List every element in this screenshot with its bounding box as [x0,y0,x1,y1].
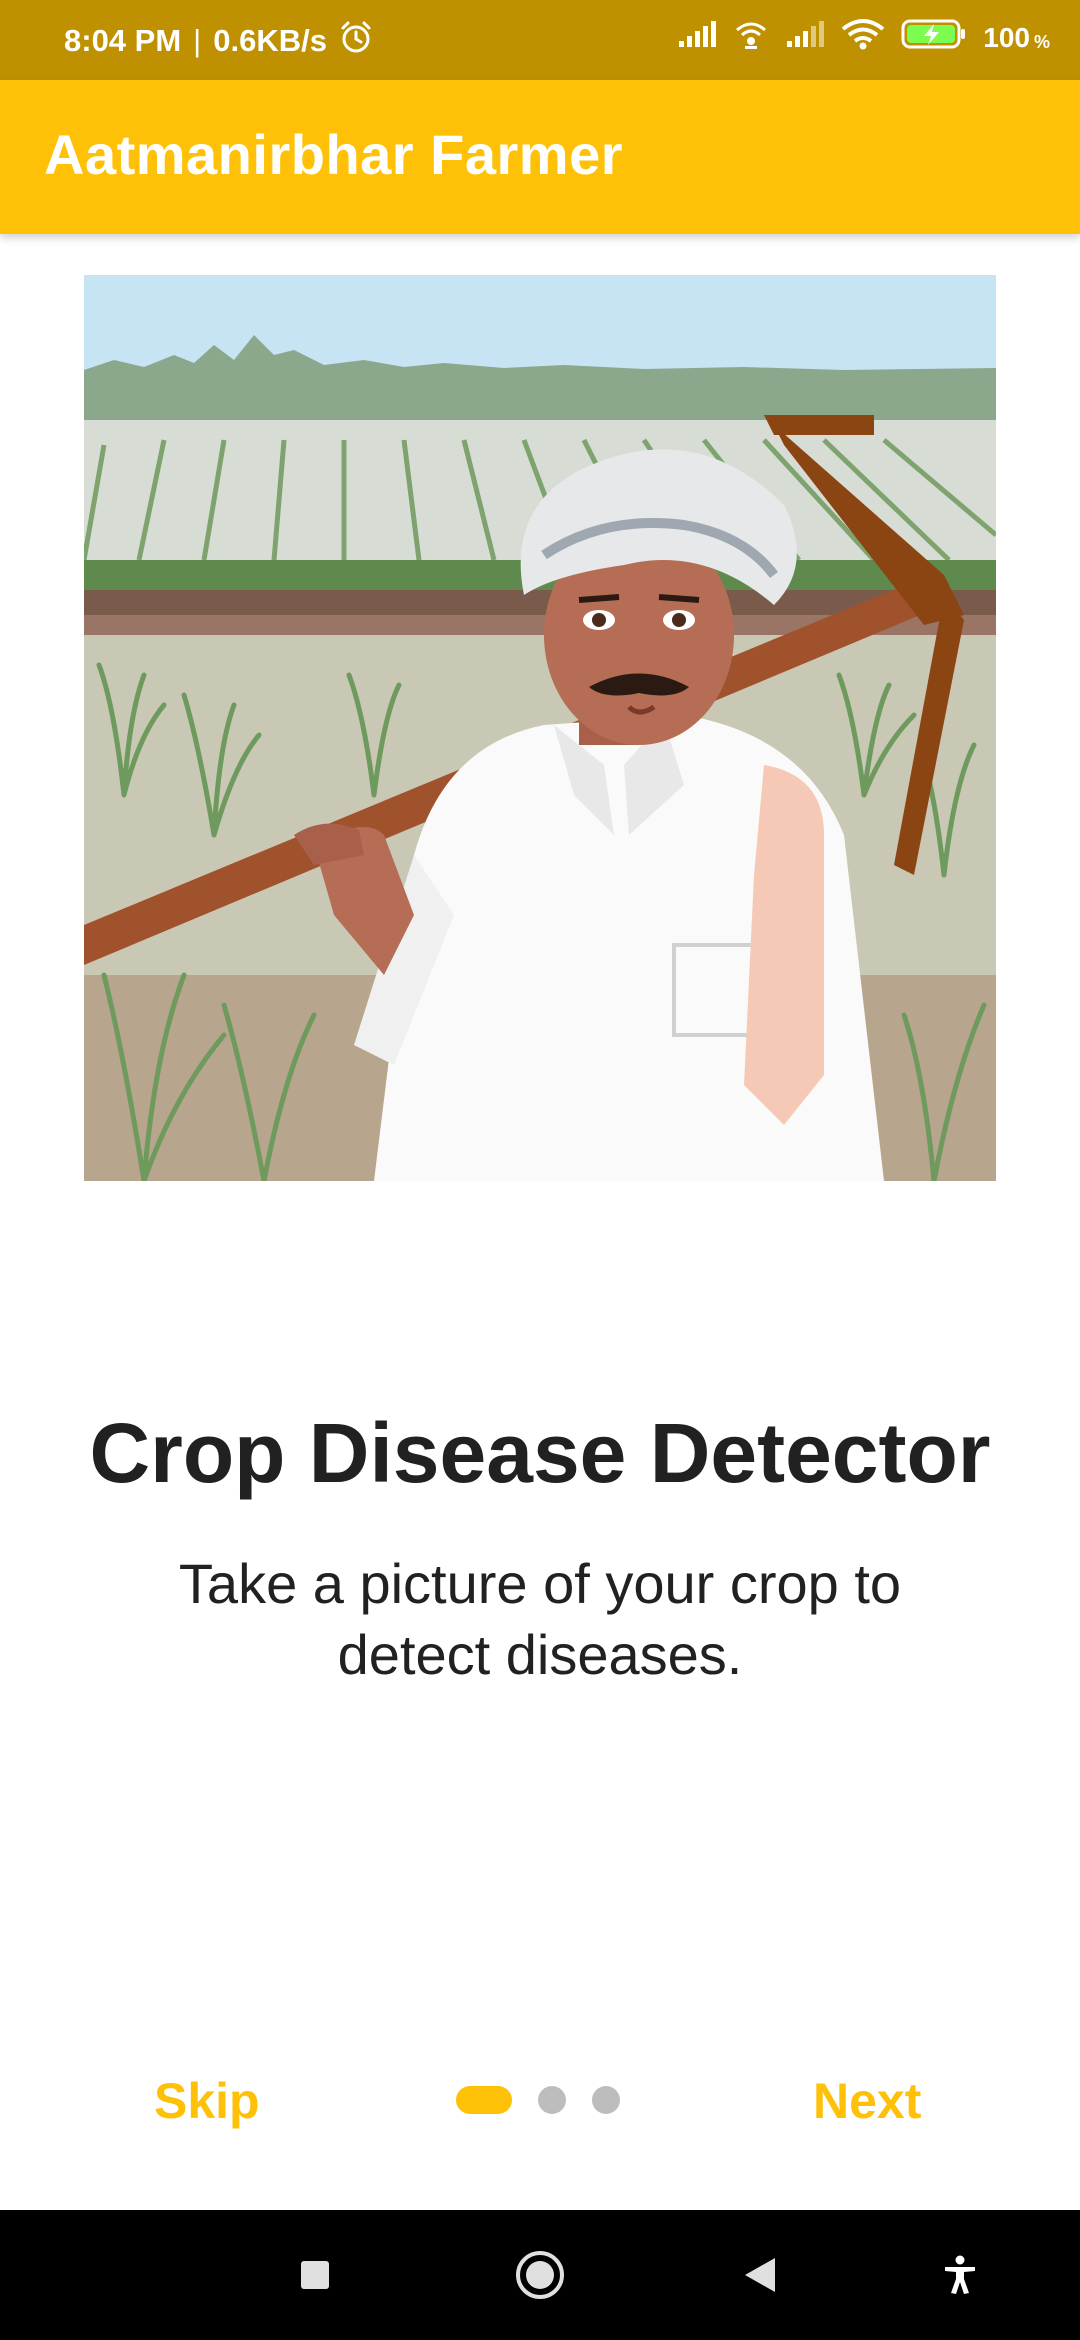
system-navigation-bar [0,2210,1080,2340]
page-dot [592,2086,620,2114]
status-bar: 8:04 PM | 0.6KB/s 100 % [0,0,1080,80]
page-indicator [456,2086,620,2114]
signal-icon [677,19,717,56]
battery-percent-unit: % [1033,32,1050,52]
battery-percent: 100 [983,21,1030,53]
home-icon[interactable] [510,2210,570,2340]
back-icon[interactable] [740,2210,780,2340]
signal-icon [785,19,825,56]
app-bar: Aatmanirbhar Farmer [0,80,1080,234]
status-network-speed: 0.6KB/s [213,23,327,58]
status-right: 100 % [677,18,1050,57]
next-button[interactable]: Next [813,2072,921,2130]
recents-icon[interactable] [290,2210,340,2340]
wifi-calling-icon [733,18,769,57]
accessibility-icon[interactable] [940,2210,980,2340]
wifi-icon [841,18,885,57]
status-separator: | [193,23,202,58]
status-left: 8:04 PM | 0.6KB/s [64,20,373,62]
onboarding-title: Crop Disease Detector [89,1406,991,1500]
page-dot-active [456,2086,512,2114]
skip-button[interactable]: Skip [154,2072,260,2130]
app-title: Aatmanirbhar Farmer [44,123,624,186]
battery-charging-icon [901,18,967,57]
status-time: 8:04 PM [64,23,182,58]
onboarding-description: Take a picture of your crop to detect di… [178,1552,902,1686]
alarm-icon [339,20,373,62]
onboarding-screen: 8:04 PM | 0.6KB/s 100 % Aatmanirbhar Far… [0,0,1080,2340]
farmer-illustration [81,275,998,1184]
page-dot [538,2086,566,2114]
